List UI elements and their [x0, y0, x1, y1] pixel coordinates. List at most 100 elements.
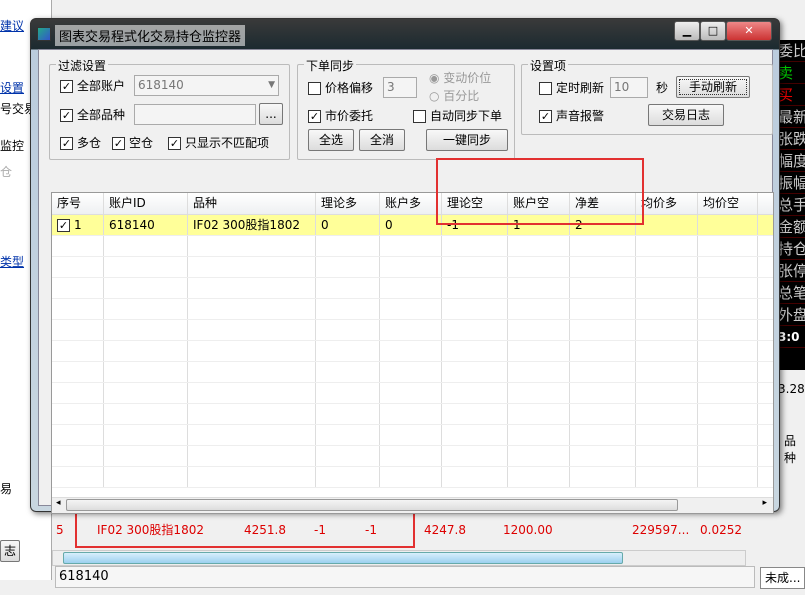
cell	[316, 236, 380, 256]
one-click-sync-button[interactable]: 一键同步	[426, 129, 508, 151]
account-select[interactable]: 618140 ▼	[134, 75, 279, 96]
trade-log-button[interactable]: 交易日志	[648, 104, 724, 126]
cell	[104, 383, 188, 403]
bg-row-cell: 229597...	[632, 523, 690, 537]
bg-row-cell: 0.0252	[700, 523, 742, 537]
cell	[380, 425, 442, 445]
cell	[508, 320, 570, 340]
cell	[104, 257, 188, 277]
col-header-symbol[interactable]: 品种	[188, 193, 316, 214]
col-header-avg-short[interactable]: 均价空	[698, 193, 758, 214]
col-header-account-id[interactable]: 账户ID	[104, 193, 188, 214]
cell	[508, 362, 570, 382]
table-header: 序号 账户ID 品种 理论多 账户多 理论空 账户空 净差 均价多 均价空	[52, 193, 773, 215]
cell	[636, 446, 698, 466]
select-all-button[interactable]: 全选	[308, 129, 354, 151]
cell	[316, 257, 380, 277]
tab-unfilled[interactable]: 未成...	[760, 567, 805, 589]
cell	[636, 404, 698, 424]
quote-label: 持仓	[778, 240, 805, 260]
bg-tab-monitor[interactable]: 监控	[0, 137, 24, 154]
scroll-thumb[interactable]	[63, 552, 623, 564]
cell	[570, 257, 636, 277]
scroll-right-icon[interactable]: ▸	[762, 498, 767, 508]
cell: 0	[380, 215, 442, 235]
dialog-client: 过滤设置 ✓ 全部账户 618140 ▼ ✓ 全部品种 ... ✓ 多仓 ✓ 空仓 ✓ 只显…	[38, 49, 774, 514]
col-header-account-long[interactable]: 账户多	[380, 193, 442, 214]
col-header-index[interactable]: 序号	[52, 193, 104, 214]
maximize-button[interactable]: □	[700, 21, 726, 41]
quote-panel: 委比 卖 买 最新 张跌 幅度 振幅 总手 金额 持仓 张停 总笔 外盘 3:0	[778, 40, 805, 370]
cell: IF02 300股指1802	[188, 215, 316, 235]
cell	[508, 299, 570, 319]
col-header-theory-long[interactable]: 理论多	[316, 193, 380, 214]
cell	[698, 467, 758, 487]
cell	[52, 425, 104, 445]
cell	[380, 278, 442, 298]
offset-input[interactable]: 3	[383, 77, 417, 98]
table-row[interactable]: ✓ 1 618140 IF02 300股指1802 0 0 -1 1 2	[52, 215, 773, 236]
cell	[636, 341, 698, 361]
empty-row	[52, 299, 773, 320]
cell	[104, 236, 188, 256]
bg-link-advice[interactable]: 建议	[0, 17, 24, 34]
quote-label: 外盘	[778, 306, 805, 326]
bg-header: 品种	[784, 434, 797, 465]
refresh-interval-input[interactable]: 10	[610, 77, 648, 98]
minimize-button[interactable]: ▁	[674, 21, 700, 41]
row-index-cell[interactable]: ✓ 1	[52, 215, 104, 235]
cell	[442, 320, 508, 340]
table-horizontal-scrollbar[interactable]: ◂ ▸	[52, 497, 773, 513]
radio-percent[interactable]: ○ 百分比	[429, 87, 479, 104]
cell	[698, 278, 758, 298]
quote-label: 金额	[778, 218, 805, 238]
cell	[636, 362, 698, 382]
market-order-checkbox[interactable]: ✓ 市价委托	[308, 107, 373, 124]
cell	[570, 383, 636, 403]
cell	[316, 299, 380, 319]
cell	[316, 362, 380, 382]
deselect-all-button[interactable]: 全消	[359, 129, 405, 151]
sound-alert-checkbox[interactable]: ✓ 声音报警	[539, 107, 604, 124]
bg-log-button[interactable]: 志	[0, 540, 20, 562]
bg-column-type[interactable]: 类型	[0, 253, 24, 270]
dialog-title: 图表交易程式化交易持仓监控器	[55, 25, 246, 46]
manual-refresh-button[interactable]: 手动刷新	[676, 76, 750, 98]
cell	[570, 362, 636, 382]
cell	[442, 425, 508, 445]
short-checkbox[interactable]: ✓ 空仓	[112, 134, 153, 151]
radio-tick[interactable]: ◉ 变动价位	[429, 69, 491, 86]
app-icon	[37, 27, 51, 41]
cell	[188, 278, 316, 298]
cell	[188, 236, 316, 256]
all-symbols-checkbox[interactable]: ✓ 全部品种	[60, 106, 125, 123]
bg-link-settings[interactable]: 设置	[0, 79, 24, 96]
col-header-avg-long[interactable]: 均价多	[636, 193, 698, 214]
cell	[636, 383, 698, 403]
scroll-left-icon[interactable]: ◂	[56, 498, 61, 508]
scroll-thumb[interactable]	[66, 499, 678, 511]
quote-time: 3:0	[778, 326, 805, 348]
price-offset-checkbox[interactable]: 价格偏移	[308, 79, 373, 96]
bg-horizontal-scrollbar[interactable]	[52, 550, 746, 566]
bg-row-cell: 1200.00	[503, 523, 553, 537]
timed-refresh-checkbox[interactable]: 定时刷新	[539, 79, 604, 96]
cell	[52, 404, 104, 424]
cell	[698, 215, 758, 235]
cell	[380, 467, 442, 487]
all-accounts-checkbox[interactable]: ✓ 全部账户	[60, 77, 125, 94]
cell	[570, 341, 636, 361]
cell	[442, 341, 508, 361]
cell	[698, 383, 758, 403]
cell	[188, 341, 316, 361]
cell	[316, 446, 380, 466]
account-select-value: 618140	[138, 78, 184, 92]
close-button[interactable]: ✕	[726, 21, 772, 41]
auto-sync-checkbox[interactable]: 自动同步下单	[413, 107, 502, 124]
row-checkbox[interactable]: ✓	[57, 219, 70, 232]
long-checkbox[interactable]: ✓ 多仓	[60, 134, 101, 151]
symbol-input[interactable]	[134, 104, 256, 125]
quote-label: 张停	[778, 262, 805, 282]
browse-button[interactable]: ...	[259, 103, 283, 125]
only-mismatch-checkbox[interactable]: ✓ 只显示不匹配项	[168, 134, 269, 151]
